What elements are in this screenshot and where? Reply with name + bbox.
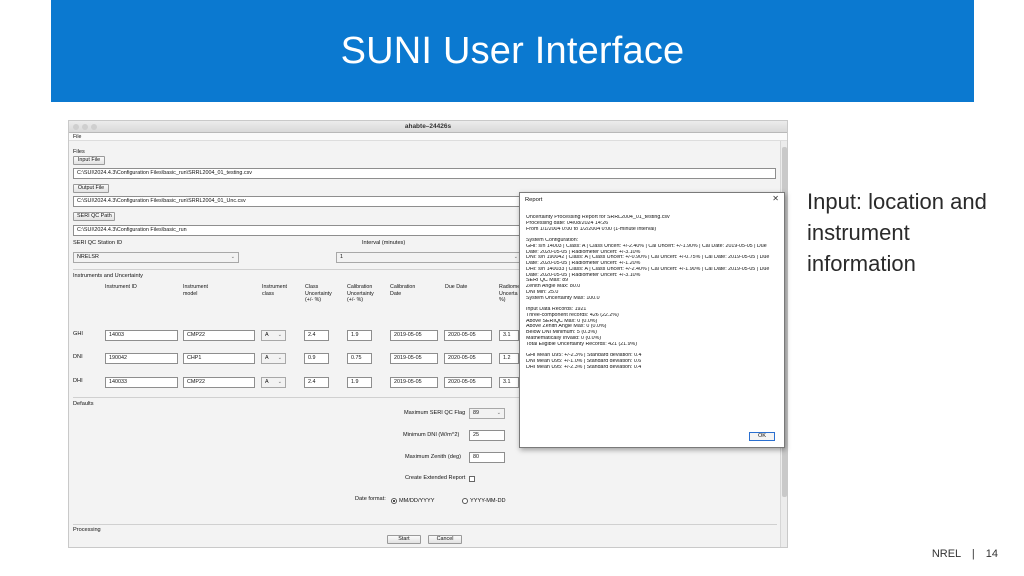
report-text: Uncertainty Processing Report for SRRL20… <box>526 215 780 370</box>
footer-separator: | <box>971 548 975 560</box>
window-titlebar[interactable]: ahabte–24426s <box>69 121 787 133</box>
dhi-calibration-uncertainty-field[interactable]: 1.9 <box>347 377 372 388</box>
title-banner: SUNI User Interface <box>51 0 974 102</box>
date-format-label: Date format: <box>355 496 386 502</box>
dni-instrument-model-field[interactable]: CHP1 <box>183 353 255 364</box>
date-format-yyyymmdd-radio[interactable] <box>462 498 468 504</box>
footer-org: NREL <box>931 548 961 560</box>
report-dialog: Report ✕ Uncertainty Processing Report f… <box>519 192 785 448</box>
col-instrument-class: Instrument class <box>262 284 288 297</box>
dhi-radiometer-uncertainty-field[interactable]: 3.1 <box>499 377 519 388</box>
ok-button[interactable]: OK <box>749 432 775 441</box>
col-radiometer-uncertainty: Radiome Uncerta%) <box>499 284 521 304</box>
col-calibration-uncertainty: Calibration Uncertainty (+/- %) <box>347 284 374 304</box>
start-button[interactable]: Start <box>387 535 421 544</box>
ghi-calibration-uncertainty-field[interactable]: 1.9 <box>347 330 372 341</box>
dhi-instrument-id-field[interactable]: 140033 <box>105 377 178 388</box>
dni-class-select[interactable]: A ⌄ <box>261 353 286 364</box>
col-class-uncertainty: Class Uncertainty (+/- %) <box>305 284 332 304</box>
row-label-ghi: GHI <box>73 331 83 337</box>
ghi-radiometer-uncertainty-field[interactable]: 3.1 <box>499 330 519 341</box>
date-format-mmddyyyy-radio[interactable] <box>391 498 397 504</box>
col-calibration-date: Calibration Date <box>390 284 416 297</box>
row-label-dhi: DHI <box>73 378 83 384</box>
dhi-calibration-date-field[interactable]: 2019-05-05 <box>390 377 438 388</box>
ghi-class-uncertainty-field[interactable]: 2.4 <box>304 330 329 341</box>
divider <box>73 524 777 525</box>
max-zenith-field[interactable]: 80 <box>469 452 505 463</box>
date-format-yyyymmdd-label: YYYY-MM-DD <box>470 498 506 504</box>
interval-value: 1 <box>340 254 343 260</box>
min-dni-label: Minimum DNI (W/m^2) <box>403 432 460 438</box>
dhi-instrument-model-field[interactable]: CMP22 <box>183 377 255 388</box>
chevron-down-icon: ⌄ <box>277 355 282 361</box>
station-id-value: NRELSR <box>77 254 99 260</box>
col-instrument-model: Instrument model <box>183 284 209 297</box>
slide-footer: NREL | 14 <box>924 548 998 560</box>
date-format-mmddyyyy-label: MM/DD/YYYY <box>399 498 435 504</box>
min-dni-field[interactable]: 25 <box>469 430 505 441</box>
dhi-class-select[interactable]: A ⌄ <box>261 377 286 388</box>
col-instrument-id: Instrument ID <box>105 284 137 290</box>
ghi-instrument-id-field[interactable]: 14003 <box>105 330 178 341</box>
dhi-due-date-field[interactable]: 2020-05-05 <box>444 377 492 388</box>
ghi-due-date-field[interactable]: 2020-05-05 <box>444 330 492 341</box>
extended-report-checkbox[interactable] <box>469 476 475 482</box>
window-title: ahabte–24426s <box>404 123 452 130</box>
max-zenith-label: Maximum Zenith (deg) <box>405 454 461 460</box>
dni-radiometer-uncertainty-field[interactable]: 1.2 <box>499 353 519 364</box>
seri-qc-path-button[interactable]: SERI QC Path <box>73 212 115 221</box>
chevron-down-icon: ⌄ <box>513 254 518 260</box>
processing-section-label: Processing <box>73 527 101 533</box>
dhi-class-uncertainty-field[interactable]: 2.4 <box>304 377 329 388</box>
dni-class-uncertainty-field[interactable]: 0.9 <box>304 353 329 364</box>
report-line: DHI Mean U95: +/-2.3% | Standard deviati… <box>526 364 642 370</box>
station-id-select[interactable]: NRELSR ⌄ <box>73 252 239 263</box>
dni-calibration-date-field[interactable]: 2019-05-05 <box>390 353 438 364</box>
max-seri-qc-flag-select[interactable]: 89 ⌄ <box>469 408 505 419</box>
output-file-button[interactable]: Output File <box>73 184 109 193</box>
page-number: 14 <box>985 548 998 560</box>
ghi-class-select[interactable]: A ⌄ <box>261 330 286 341</box>
input-file-button[interactable]: Input File <box>73 156 105 165</box>
chevron-down-icon: ⌄ <box>496 410 501 416</box>
extended-report-label: Create Extended Report <box>405 475 466 481</box>
instruments-section-label: Instruments and Uncertainty <box>73 273 143 279</box>
chevron-down-icon: ⌄ <box>277 332 282 338</box>
slide: SUNI User Interface ahabte–24426s File F… <box>0 0 1024 576</box>
close-icon[interactable]: ✕ <box>772 194 779 203</box>
chevron-down-icon: ⌄ <box>277 379 282 385</box>
files-section-label: Files <box>73 149 85 155</box>
interval-label: Interval (minutes) <box>362 240 406 246</box>
side-caption: Input: location and instrument informati… <box>807 189 987 276</box>
ghi-instrument-model-field[interactable]: CMP22 <box>183 330 255 341</box>
cancel-button[interactable]: Cancel <box>428 535 462 544</box>
ghi-calibration-date-field[interactable]: 2019-05-05 <box>390 330 438 341</box>
input-file-path-field[interactable]: C:\SUI\2024.4.3\Configuration Files\basi… <box>73 168 776 179</box>
defaults-section-label: Defaults <box>73 401 94 407</box>
max-seri-qc-flag-label: Maximum SERI QC Flag <box>404 410 466 416</box>
chevron-down-icon: ⌄ <box>230 254 235 260</box>
slide-title: SUNI User Interface <box>340 29 685 72</box>
interval-select[interactable]: 1 ⌄ <box>336 252 522 263</box>
menu-file[interactable]: File <box>73 134 81 140</box>
dni-due-date-field[interactable]: 2020-05-05 <box>444 353 492 364</box>
row-label-dni: DNI <box>73 354 83 360</box>
dni-calibration-uncertainty-field[interactable]: 0.75 <box>347 353 372 364</box>
col-due-date: Due Date <box>445 284 468 290</box>
dni-instrument-id-field[interactable]: 190042 <box>105 353 178 364</box>
report-title: Report <box>525 197 543 203</box>
station-id-label: SERI QC Station ID <box>73 240 123 246</box>
menu-bar: File <box>69 133 787 141</box>
